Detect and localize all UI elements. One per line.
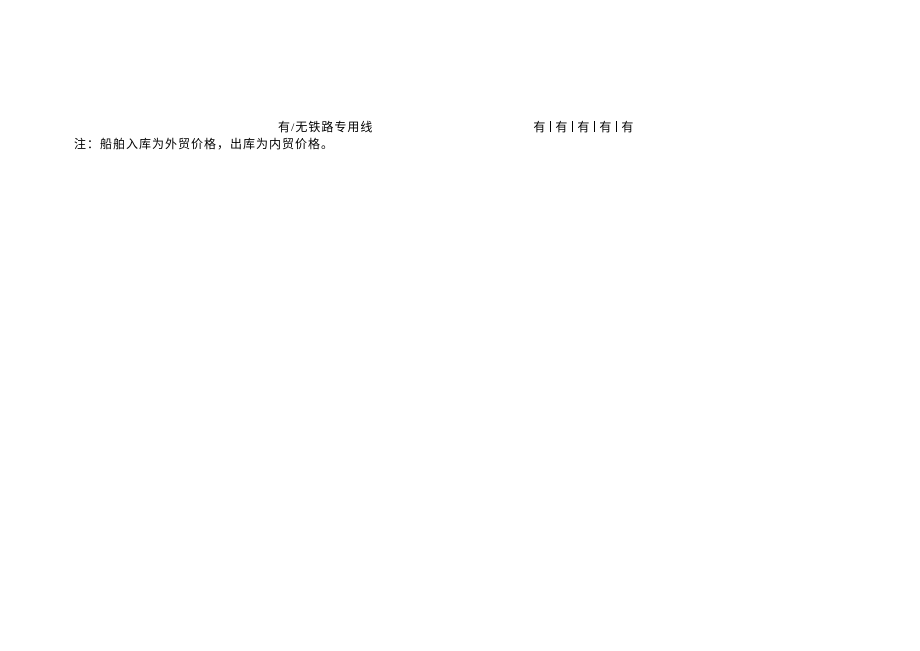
- row-values: 有 有 有 有 有: [533, 118, 634, 135]
- value-cell-1: 有: [555, 118, 568, 135]
- cell-separator: [594, 121, 595, 132]
- cell-separator: [572, 121, 573, 132]
- value-cell-0: 有: [533, 118, 546, 135]
- footnote-text: 注：船舶入库为外贸价格，出库为内贸价格。: [74, 135, 334, 152]
- value-cell-3: 有: [599, 118, 612, 135]
- row-label: 有/无铁路专用线: [278, 118, 373, 135]
- value-cell-4: 有: [621, 118, 634, 135]
- cell-separator: [550, 121, 551, 132]
- table-row: 有/无铁路专用线 有 有 有 有 有: [278, 118, 634, 135]
- value-cell-2: 有: [577, 118, 590, 135]
- cell-separator: [616, 121, 617, 132]
